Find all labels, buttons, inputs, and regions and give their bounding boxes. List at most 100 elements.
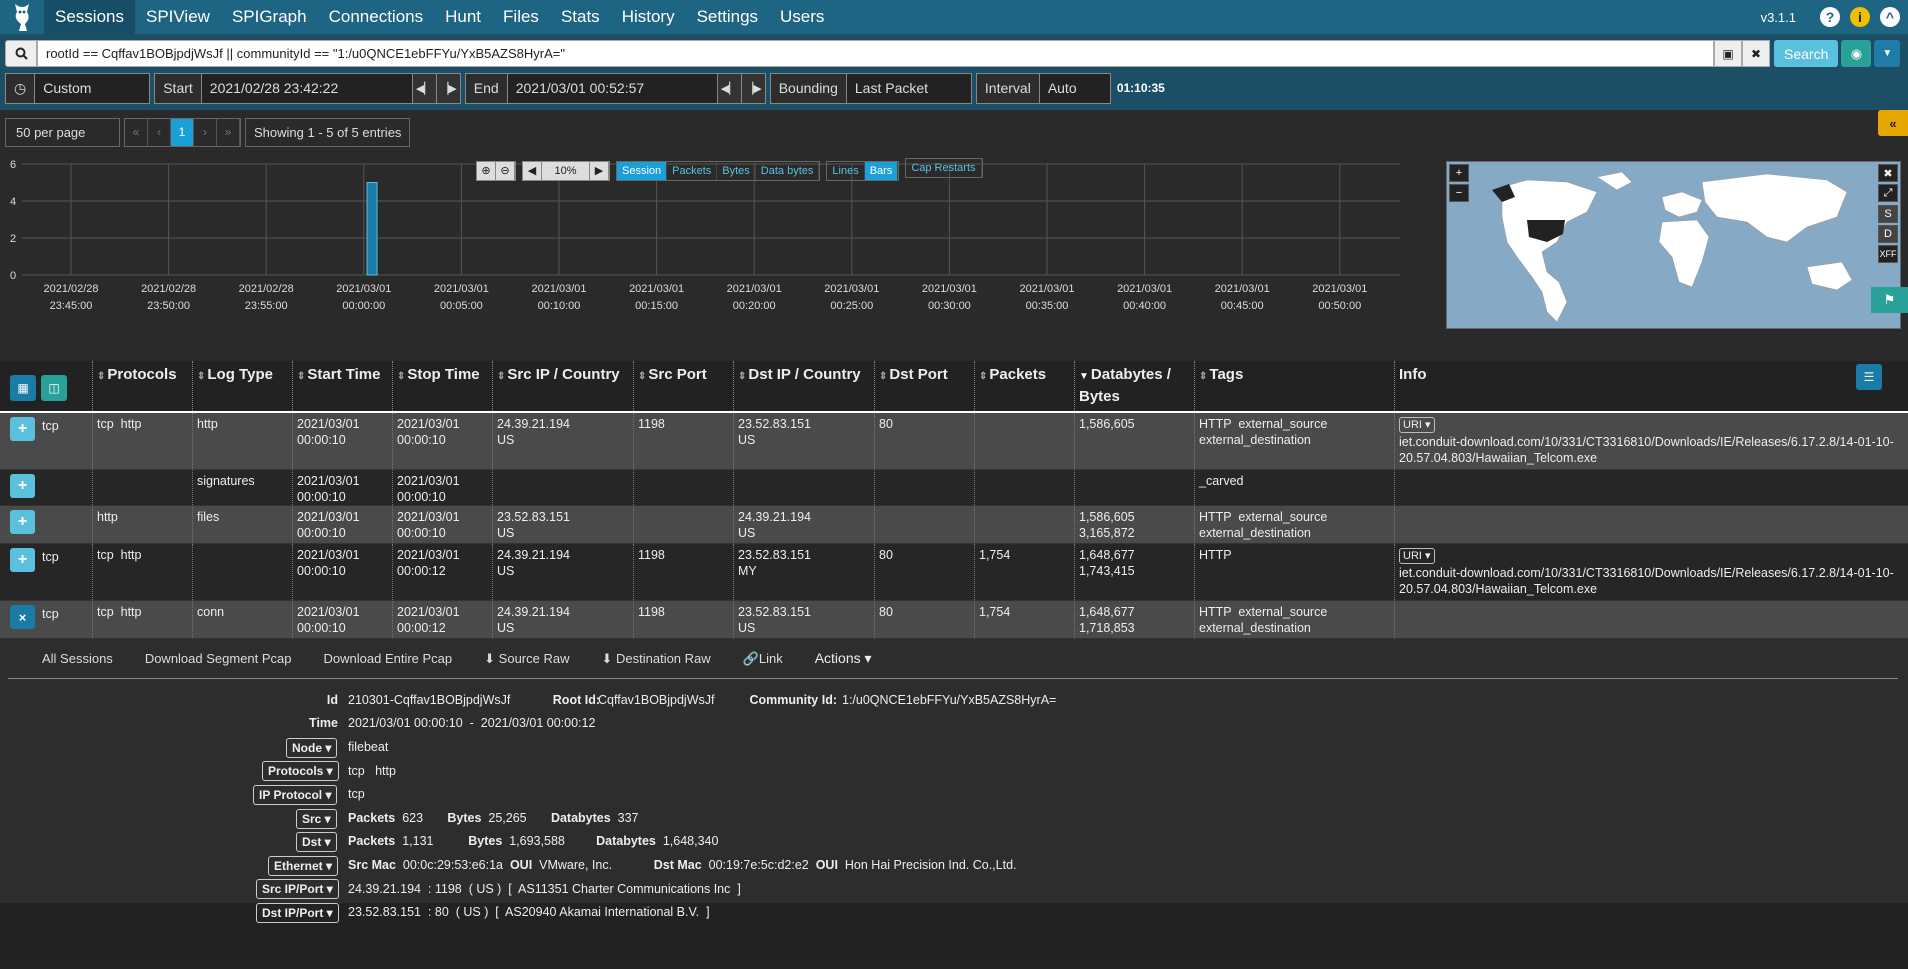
col-protocols[interactable]: ⇕ Protocols: [92, 361, 192, 411]
collapse-icon[interactable]: «: [1878, 110, 1908, 136]
zoom-out-icon[interactable]: ⊖: [496, 162, 515, 180]
info-icon[interactable]: i: [1850, 7, 1870, 27]
map-dst-button[interactable]: D: [1878, 225, 1898, 243]
flag-icon[interactable]: ⚑: [1871, 287, 1908, 313]
interval-value[interactable]: Auto: [1039, 74, 1110, 103]
time-range-value[interactable]: Custom: [35, 74, 150, 103]
actions-dropdown[interactable]: Actions ▾: [815, 650, 872, 667]
column-layout-icon[interactable]: ◫: [41, 375, 67, 401]
start-input[interactable]: 2021/02/28 23:42:22: [201, 74, 412, 103]
src-ip-port-button[interactable]: Src IP/Port ▾: [256, 879, 339, 899]
col-src-ip[interactable]: ⇕ Src IP / Country: [492, 361, 633, 411]
download-entire-pcap-link[interactable]: Download Entire Pcap: [324, 651, 453, 666]
bytes-button[interactable]: Bytes: [717, 162, 756, 180]
destination-raw-link[interactable]: ⬇ Destination Raw: [601, 651, 710, 667]
col-databytes[interactable]: ▼ Databytes / Bytes: [1074, 361, 1194, 411]
lines-button[interactable]: Lines: [827, 162, 865, 180]
link-link[interactable]: 🔗Link: [743, 651, 783, 667]
dst-button[interactable]: Dst ▾: [296, 832, 337, 852]
col-info[interactable]: Info: [1394, 361, 1794, 411]
nav-spigraph[interactable]: SPIGraph: [221, 0, 318, 34]
nav-spiview[interactable]: SPIView: [135, 0, 221, 34]
help-icon[interactable]: ?: [1820, 7, 1840, 27]
source-raw-link[interactable]: ⬇ Source Raw: [484, 651, 569, 667]
table-row[interactable]: + tcp tcp http 2021/03/01 00:00:10 2021/03/0…: [0, 544, 1908, 606]
search-button[interactable]: Search: [1774, 40, 1839, 67]
session-button[interactable]: Session: [617, 162, 668, 180]
session-timeline-chart[interactable]: 0 2 4 6 2021/02/28 23:45:00 2021/02/28 23:50:00…: [0, 155, 1410, 361]
map-src-button[interactable]: S: [1878, 205, 1898, 223]
map-close-icon[interactable]: ✖: [1878, 164, 1898, 182]
search-input[interactable]: rootId == Cqffav1BOBjpdjWsJf || communit…: [37, 40, 1714, 67]
col-log-type[interactable]: ⇕ Log Type: [192, 361, 292, 411]
ip-protocol-button[interactable]: IP Protocol ▾: [253, 785, 338, 805]
interval-select[interactable]: Interval Auto: [975, 73, 1111, 104]
bounding-value[interactable]: Last Packet: [846, 74, 971, 103]
src-button[interactable]: Src ▾: [296, 809, 337, 829]
node-button[interactable]: Node ▾: [286, 738, 338, 758]
zoom-level-select[interactable]: 10%: [542, 162, 590, 180]
uri-dropdown[interactable]: URI ▾: [1399, 548, 1435, 564]
protocols-button[interactable]: Protocols ▾: [262, 761, 339, 781]
col-packets[interactable]: ⇕ Packets: [974, 361, 1074, 411]
cap-restarts-button[interactable]: Cap Restarts: [906, 159, 982, 177]
time-range-select[interactable]: ◷ Custom: [5, 73, 151, 104]
col-src-port[interactable]: ⇕ Src Port: [633, 361, 733, 411]
pan-left-icon[interactable]: ◀: [523, 162, 542, 180]
column-config-icon[interactable]: ▦: [10, 375, 36, 401]
pan-right-icon[interactable]: ▶: [590, 162, 609, 180]
nav-hunt[interactable]: Hunt: [434, 0, 492, 34]
ethernet-button[interactable]: Ethernet ▾: [268, 856, 339, 876]
packets-button[interactable]: Packets: [667, 162, 718, 180]
collapse-row-button[interactable]: ×: [10, 605, 35, 629]
start-time-field[interactable]: Start 2021/02/28 23:42:22 ◀▏ ▕▶: [154, 73, 461, 104]
step-forward-icon[interactable]: ▕▶: [740, 74, 765, 103]
next-page-button[interactable]: ›: [194, 119, 217, 146]
world-map[interactable]: + − ✖ ⤢ S D XFF: [1446, 161, 1901, 329]
clear-icon[interactable]: ✖: [1742, 40, 1770, 67]
step-forward-icon[interactable]: ▕▶: [435, 74, 460, 103]
page-1-button[interactable]: 1: [171, 119, 194, 146]
col-dst-ip[interactable]: ⇕ Dst IP / Country: [733, 361, 874, 411]
col-dst-port[interactable]: ⇕ Dst Port: [874, 361, 974, 411]
download-segment-pcap-link[interactable]: Download Segment Pcap: [145, 651, 292, 666]
expand-row-button[interactable]: +: [10, 474, 35, 498]
nav-stats[interactable]: Stats: [550, 0, 611, 34]
table-row[interactable]: + signatures 2021/03/01 00:00:10 2021/03/01…: [0, 470, 1908, 511]
databytes-button[interactable]: Data bytes: [756, 162, 820, 180]
col-start-time[interactable]: ⇕ Start Time: [292, 361, 392, 411]
map-zoom-in-icon[interactable]: +: [1449, 164, 1469, 182]
per-page-select[interactable]: 50 per page: [5, 118, 120, 147]
map-zoom-out-icon[interactable]: −: [1449, 184, 1469, 202]
eye-icon[interactable]: ◉: [1841, 40, 1872, 67]
bars-button[interactable]: Bars: [864, 162, 899, 180]
table-options-icon[interactable]: ☰: [1856, 364, 1882, 390]
bounding-select[interactable]: Bounding Last Packet: [769, 73, 972, 104]
nav-users[interactable]: Users: [769, 0, 835, 34]
chevron-up-icon[interactable]: ^: [1880, 7, 1900, 27]
end-time-field[interactable]: End 2021/03/01 00:52:57 ◀▏ ▕▶: [464, 73, 766, 104]
owl-logo-icon[interactable]: [0, 0, 44, 34]
expand-row-button[interactable]: +: [10, 510, 35, 534]
expand-row-button[interactable]: +: [10, 548, 35, 572]
map-expand-icon[interactable]: ⤢: [1878, 184, 1898, 202]
uri-dropdown[interactable]: URI ▾: [1399, 417, 1435, 433]
nav-connections[interactable]: Connections: [318, 0, 435, 34]
map-xff-button[interactable]: XFF: [1878, 245, 1898, 263]
step-back-icon[interactable]: ◀▏: [716, 74, 741, 103]
end-input[interactable]: 2021/03/01 00:52:57: [507, 74, 717, 103]
views-dropdown-icon[interactable]: ▼: [1874, 40, 1901, 67]
expand-row-button[interactable]: +: [10, 417, 35, 441]
save-icon[interactable]: ▣: [1714, 40, 1742, 67]
prev-page-button[interactable]: ‹: [148, 119, 171, 146]
nav-files[interactable]: Files: [492, 0, 550, 34]
dst-ip-port-button[interactable]: Dst IP/Port ▾: [256, 903, 339, 923]
step-back-icon[interactable]: ◀▏: [411, 74, 436, 103]
table-row[interactable]: × tcp tcp http conn 2021/03/01 00:00:10 2021/…: [0, 601, 1908, 644]
zoom-in-icon[interactable]: ⊕: [477, 162, 496, 180]
all-sessions-link[interactable]: All Sessions: [42, 651, 113, 666]
first-page-button[interactable]: «: [125, 119, 148, 146]
col-stop-time[interactable]: ⇕ Stop Time: [392, 361, 492, 411]
col-tags[interactable]: ⇕ Tags: [1194, 361, 1394, 411]
last-page-button[interactable]: »: [217, 119, 240, 146]
